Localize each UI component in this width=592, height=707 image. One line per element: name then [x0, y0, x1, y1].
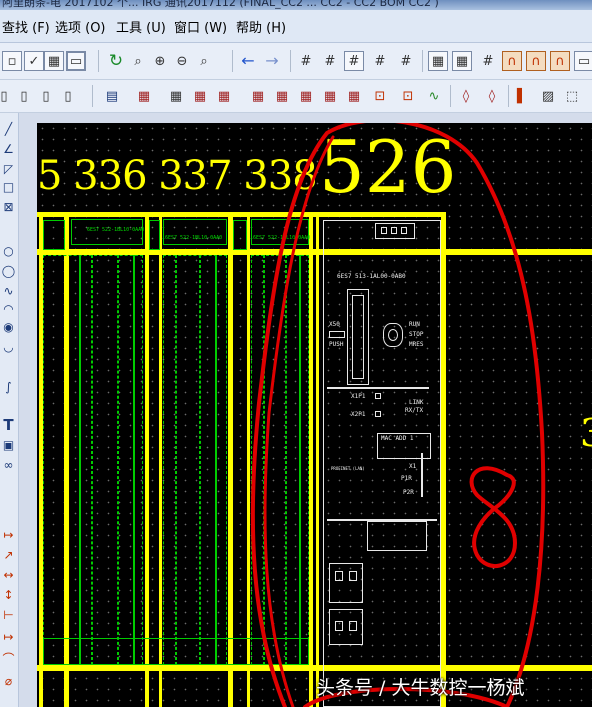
menu-bar: 查找 (F) 选项 (O) 工具 (U) 窗口 (W) 帮助 (H): [0, 10, 592, 43]
new-page-icon[interactable]: ▯: [0, 86, 14, 106]
arc-tool-icon[interactable]: ◠: [1, 301, 16, 317]
number-icon[interactable]: ⊡: [370, 86, 390, 106]
page-copy-icon[interactable]: ▯: [36, 86, 56, 106]
page-plus-icon[interactable]: ▯: [14, 86, 34, 106]
toolbar-separator: [422, 50, 423, 72]
red-circle-annotation-2: [263, 135, 335, 707]
menu-options[interactable]: 选项 (O): [55, 17, 106, 36]
circle-tool-icon[interactable]: ○: [1, 243, 16, 259]
spline-tool-icon[interactable]: ∿: [1, 283, 16, 299]
red-circle-annotation: [250, 123, 546, 707]
hash-icon[interactable]: #: [478, 51, 498, 71]
text-tool-icon[interactable]: T: [1, 417, 16, 433]
plc-icon[interactable]: ▦: [296, 86, 316, 106]
toolbar-separator: [98, 50, 99, 72]
device-list-icon[interactable]: ▦: [134, 86, 154, 106]
image-tool-icon[interactable]: ⊠: [1, 199, 16, 215]
red-eight-annotation: [469, 466, 517, 568]
chain-dim-icon[interactable]: ↦: [1, 629, 16, 645]
baseline-dim-icon[interactable]: ⊢: [1, 607, 16, 623]
table-icon[interactable]: ▦: [428, 51, 448, 71]
toolbar-separator: [92, 85, 93, 107]
canvas-border: [37, 113, 592, 123]
toolbar-separator: [290, 50, 291, 72]
rectangle-tool-icon[interactable]: □: [1, 179, 16, 195]
toolbar-separator: [508, 85, 509, 107]
textbox-icon[interactable]: ⬚: [562, 86, 582, 106]
window-title-bar: 阿里朗条-电 2017102 个... IRG 通讯2017112 (FINAL…: [0, 0, 592, 10]
menu-help[interactable]: 帮助 (H): [236, 17, 286, 36]
magnet-icon[interactable]: ∩: [502, 51, 522, 71]
picture-tool-icon[interactable]: ▣: [1, 437, 16, 453]
page-icon[interactable]: ▫: [2, 51, 22, 71]
connection-icon[interactable]: ◊: [456, 86, 476, 106]
flag-icon[interactable]: ▌: [512, 86, 532, 106]
plc-link-icon[interactable]: ▦: [344, 86, 364, 106]
polyline-tool-icon[interactable]: ∠: [1, 141, 16, 157]
page-nav-icon[interactable]: ▤: [102, 86, 122, 106]
grid-icon[interactable]: ▦: [44, 51, 64, 71]
zoom-window-icon[interactable]: ⌕: [128, 51, 148, 71]
module-b-icon[interactable]: ▦: [190, 86, 210, 106]
refresh-icon[interactable]: ↻: [106, 51, 126, 71]
menu-tools[interactable]: 工具 (U): [116, 17, 166, 36]
hatch-icon[interactable]: ▨: [538, 86, 558, 106]
check-page-icon[interactable]: ✓: [24, 51, 44, 71]
secondary-toolbar: ▯ ▯ ▯ ▯ ▤ ▦ ▦ ▦ ▦ ▦ ▦ ▦ ▦ ▦ ⊡ ⊡ ∿ ◊ ◊ ▌ …: [0, 80, 592, 113]
toolbar-separator: [232, 50, 233, 72]
window-icon[interactable]: ▭: [66, 51, 86, 71]
plc-box-icon[interactable]: ▦: [320, 86, 340, 106]
horizontal-dim-icon[interactable]: ↔: [1, 567, 16, 583]
dimension-tool-icon[interactable]: ↦: [1, 527, 16, 543]
terminal-icon[interactable]: ▦: [272, 86, 292, 106]
diameter-dim-icon[interactable]: ⌀: [1, 673, 16, 689]
line-tool-icon[interactable]: ╱: [1, 121, 16, 137]
red-annotation: [250, 123, 546, 707]
polygon-tool-icon[interactable]: ◸: [1, 161, 16, 177]
cable-icon[interactable]: ▦: [248, 86, 268, 106]
settings-icon[interactable]: ▭: [574, 51, 592, 71]
arrow-left-icon[interactable]: ←: [238, 51, 258, 71]
magnet-snap-icon[interactable]: ∩: [526, 51, 546, 71]
module-a-icon[interactable]: ▦: [166, 86, 186, 106]
hash-d-icon[interactable]: #: [370, 51, 390, 71]
zoom-100-icon[interactable]: ⌕: [194, 51, 214, 71]
ellipse-tool-icon[interactable]: ◯: [1, 263, 16, 279]
angle-dim-icon[interactable]: ↗: [1, 547, 16, 563]
watermark-text: 头条号 / 大牛数控一杨斌: [316, 677, 525, 699]
curve-tool-icon[interactable]: ∫: [1, 379, 16, 395]
hash-a-icon[interactable]: #: [296, 51, 316, 71]
magnet-grid-icon[interactable]: ∩: [550, 51, 570, 71]
radius-dim-icon[interactable]: ⌒: [1, 651, 16, 667]
drawing-canvas[interactable]: 5 336 337 338 526 3 6ES7 522-1BL10-0AA0 …: [37, 123, 592, 707]
zoom-out-icon[interactable]: ⊖: [172, 51, 192, 71]
zoom-in-icon[interactable]: ⊕: [150, 51, 170, 71]
toolbar-separator: [450, 85, 451, 107]
page-export-icon[interactable]: ▯: [58, 86, 78, 106]
window-title: 阿里朗条-电 2017102 个... IRG 通讯2017112 (FINAL…: [2, 0, 439, 9]
circle-center-tool-icon[interactable]: ◉: [1, 319, 16, 335]
table-star-icon[interactable]: ▦: [452, 51, 472, 71]
arc2-tool-icon[interactable]: ◡: [1, 339, 16, 355]
link-tool-icon[interactable]: ∞: [1, 457, 16, 473]
number-box-icon[interactable]: ⊡: [398, 86, 418, 106]
vertical-dim-icon[interactable]: ↕: [1, 587, 16, 603]
menu-window[interactable]: 窗口 (W): [174, 17, 227, 36]
sidebar-gap: [19, 113, 37, 707]
drawing-tools-sidebar: ╱ ∠ ◸ □ ⊠ ○ ◯ ∿ ◠ ◉ ◡ ∫ T ▣ ∞ ↦ ↗ ↔ ↕ ⊢ …: [0, 113, 19, 707]
hash-e-icon[interactable]: #: [396, 51, 416, 71]
hash-c-icon[interactable]: #: [344, 51, 364, 71]
hash-b-icon[interactable]: #: [320, 51, 340, 71]
wave-icon[interactable]: ∿: [424, 86, 444, 106]
arrow-right-icon[interactable]: →: [262, 51, 282, 71]
module-c-icon[interactable]: ▦: [214, 86, 234, 106]
main-toolbar: ▫ ✓ ▦ ▭ ↻ ⌕ ⊕ ⊖ ⌕ ← → # # # # # ▦ ▦ # ∩ …: [0, 43, 592, 80]
menu-find[interactable]: 查找 (F): [2, 17, 50, 36]
connect-point-icon[interactable]: ◊: [482, 86, 502, 106]
